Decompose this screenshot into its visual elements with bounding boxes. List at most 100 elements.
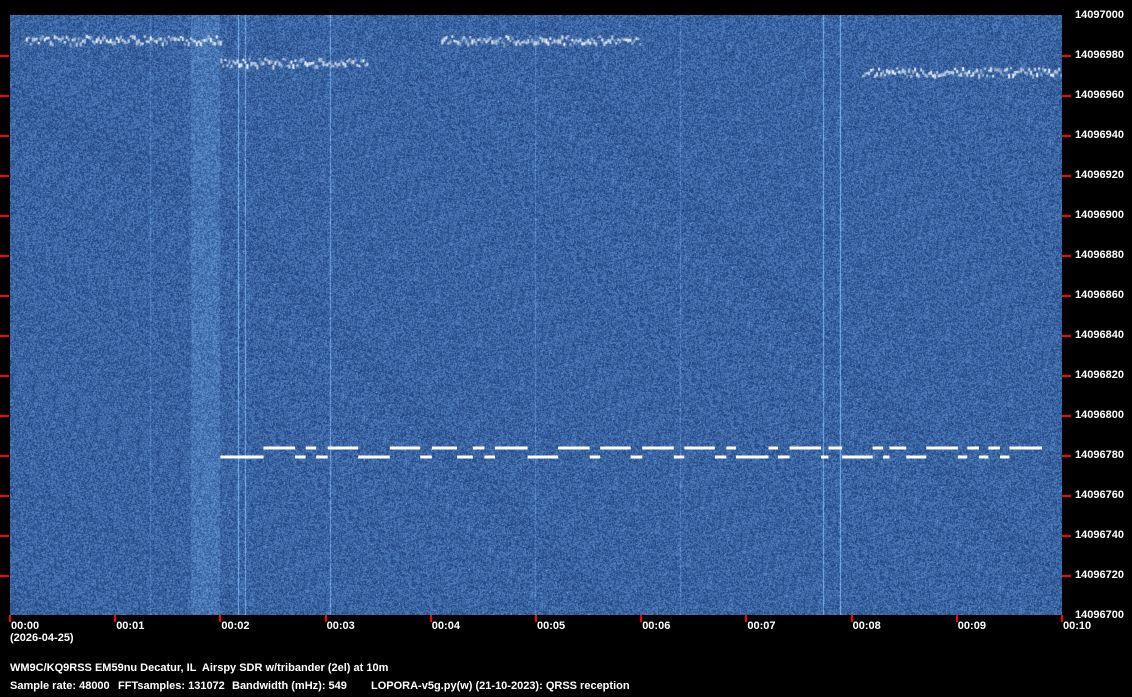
signal-segment-high: [768, 446, 778, 450]
station-info: WM9C/KQ9RSS EM59nu Decatur, IL Airspy SD…: [10, 662, 389, 674]
y-tick-left: [0, 135, 9, 137]
y-tick-right: [1062, 575, 1071, 577]
y-tick-left: [0, 175, 9, 177]
signal-segment-low: [630, 455, 643, 459]
signal-segment-high: [684, 446, 715, 450]
signal-segment-low: [673, 455, 685, 459]
signal-segment-low: [589, 455, 601, 459]
signal-segment-high: [967, 446, 979, 450]
signal-segment-high: [472, 446, 485, 450]
signal-segment-low: [735, 455, 769, 459]
y-tick-left: [0, 575, 9, 577]
y-tick-left: [0, 455, 9, 457]
x-tick-label: 00:10: [1063, 620, 1092, 632]
signal-segment-high: [263, 446, 296, 450]
y-tick-left: [0, 255, 9, 257]
x-tick-label: 00:08: [852, 620, 881, 632]
signal-segment-low: [906, 455, 927, 459]
signal-segment-high: [1009, 446, 1043, 450]
settings-item: Sample rate: 48000: [10, 680, 110, 692]
signal-segment-low: [358, 455, 390, 459]
signal-segment-high: [431, 446, 458, 450]
y-tick-label: 14096820: [1075, 369, 1124, 381]
y-tick-label: 14096780: [1075, 449, 1124, 461]
y-tick-left: [0, 55, 9, 57]
x-tick-label: 00:09: [957, 620, 986, 632]
y-tick-label: 14096800: [1075, 409, 1124, 421]
settings-item: Bandwidth (mHz): 549: [232, 680, 347, 692]
y-tick-right: [1062, 535, 1071, 537]
y-tick-label: 14096740: [1075, 529, 1124, 541]
y-tick-right: [1062, 55, 1071, 57]
signal-segment-low: [295, 455, 306, 459]
signal-layer: [220, 446, 1043, 459]
signal-segment-low: [714, 455, 727, 459]
y-tick-label: 14097000: [1075, 9, 1124, 21]
signal-segment-high: [988, 446, 1000, 450]
y-tick-left: [0, 375, 9, 377]
y-tick-label: 14096940: [1075, 129, 1124, 141]
signal-segment-high: [558, 446, 590, 450]
y-tick-label: 14096900: [1075, 209, 1124, 221]
signal-segment-high: [789, 446, 822, 450]
signal-segment-high: [726, 446, 736, 450]
signal-segment-high: [327, 446, 359, 450]
x-tick-label: 00:05: [537, 620, 566, 632]
signal-segment-low: [842, 455, 873, 459]
y-tick-right: [1062, 215, 1071, 217]
signal-segment-high: [828, 446, 843, 450]
y-tick-left: [0, 495, 9, 497]
y-tick-right: [1062, 335, 1071, 337]
y-tick-label: 14096960: [1075, 89, 1124, 101]
signal-segment-low: [978, 455, 989, 459]
signal-segment-low: [999, 455, 1010, 459]
signal-segment-high: [305, 446, 317, 450]
signal-segment-high: [889, 446, 907, 450]
y-tick-label: 14096980: [1075, 49, 1124, 61]
y-tick-right: [1062, 455, 1071, 457]
signal-segment-low: [220, 455, 264, 459]
y-tick-right: [1062, 295, 1071, 297]
settings-item: LOPORA-v5g.py(w) (21-10-2023): QRSS rece…: [371, 680, 630, 692]
signal-segment-low: [527, 455, 559, 459]
spectrogram-plot: [10, 15, 1062, 615]
y-tick-label: 14096840: [1075, 329, 1124, 341]
signal-segment-low: [316, 455, 328, 459]
signal-segment-low: [957, 455, 968, 459]
signal-segment-high: [600, 446, 631, 450]
signal-segment-low: [777, 455, 790, 459]
signal-segment-high: [872, 446, 884, 450]
y-tick-right: [1062, 175, 1071, 177]
signal-segment-high: [389, 446, 421, 450]
x-tick-label: 00:03: [326, 620, 355, 632]
date-label: (2026-04-25): [10, 632, 74, 644]
y-tick-right: [1062, 135, 1071, 137]
y-tick-label: 14096920: [1075, 169, 1124, 181]
signal-segment-low: [457, 455, 473, 459]
signal-segment-low: [821, 455, 829, 459]
y-tick-right: [1062, 375, 1071, 377]
y-tick-label: 14096860: [1075, 289, 1124, 301]
x-tick-label: 00:07: [747, 620, 776, 632]
signal-segment-high: [926, 446, 958, 450]
x-tick-label: 00:04: [431, 620, 460, 632]
y-tick-left: [0, 95, 9, 97]
y-tick-left: [0, 535, 9, 537]
signal-segment-high: [494, 446, 528, 450]
y-tick-label: 14096720: [1075, 569, 1124, 581]
y-tick-left: [0, 335, 9, 337]
y-tick-left: [0, 415, 9, 417]
x-tick-label: 00:06: [642, 620, 671, 632]
signal-segment-low: [484, 455, 495, 459]
signal-segment-low: [883, 455, 890, 459]
y-tick-right: [1062, 255, 1071, 257]
signal-segment-low: [420, 455, 432, 459]
x-tick-label: 00:02: [221, 620, 250, 632]
y-tick-label: 14096760: [1075, 489, 1124, 501]
y-tick-right: [1062, 95, 1071, 97]
settings-item: FFTsamples: 131072: [118, 680, 225, 692]
y-tick-left: [0, 295, 9, 297]
y-tick-label: 14096880: [1075, 249, 1124, 261]
x-tick-label: 00:01: [116, 620, 145, 632]
y-tick-right: [1062, 415, 1071, 417]
